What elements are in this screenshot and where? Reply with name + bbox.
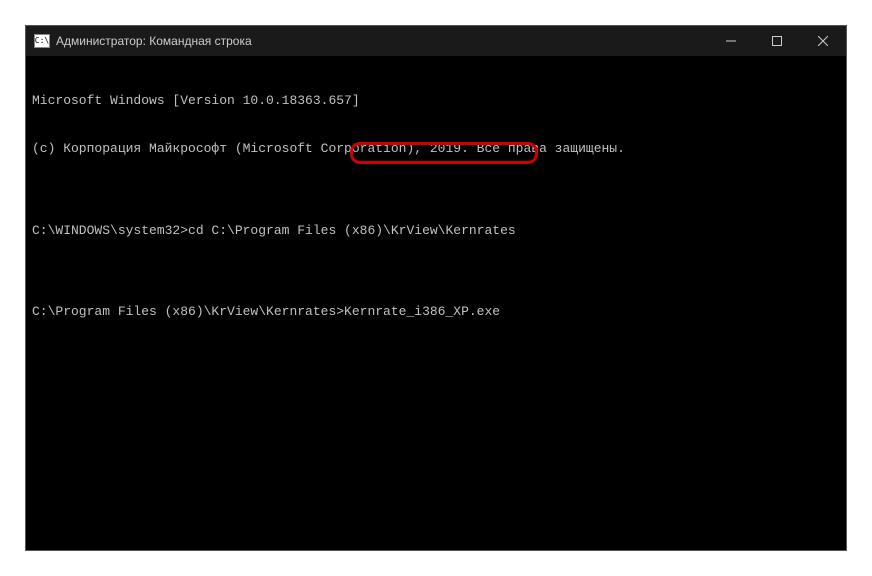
titlebar[interactable]: C:\ Администратор: Командная строка — [26, 26, 846, 56]
maximize-button[interactable] — [754, 26, 800, 56]
terminal-area[interactable]: Microsoft Windows [Version 10.0.18363.65… — [26, 56, 846, 550]
close-icon — [818, 36, 828, 46]
window-controls — [708, 26, 846, 56]
close-button[interactable] — [800, 26, 846, 56]
terminal-line: C:\Program Files (x86)\KrView\Kernrates>… — [32, 304, 840, 320]
minimize-icon — [726, 36, 736, 46]
maximize-icon — [772, 36, 782, 46]
terminal-line: C:\WINDOWS\system32>cd C:\Program Files … — [32, 223, 840, 239]
app-icon: C:\ — [34, 34, 50, 48]
minimize-button[interactable] — [708, 26, 754, 56]
cmd-window: C:\ Администратор: Командная строка Micr… — [25, 25, 847, 551]
terminal-line: (c) Корпорация Майкрософт (Microsoft Cor… — [32, 141, 840, 157]
window-title: Администратор: Командная строка — [56, 34, 708, 48]
terminal-line: Microsoft Windows [Version 10.0.18363.65… — [32, 93, 840, 109]
